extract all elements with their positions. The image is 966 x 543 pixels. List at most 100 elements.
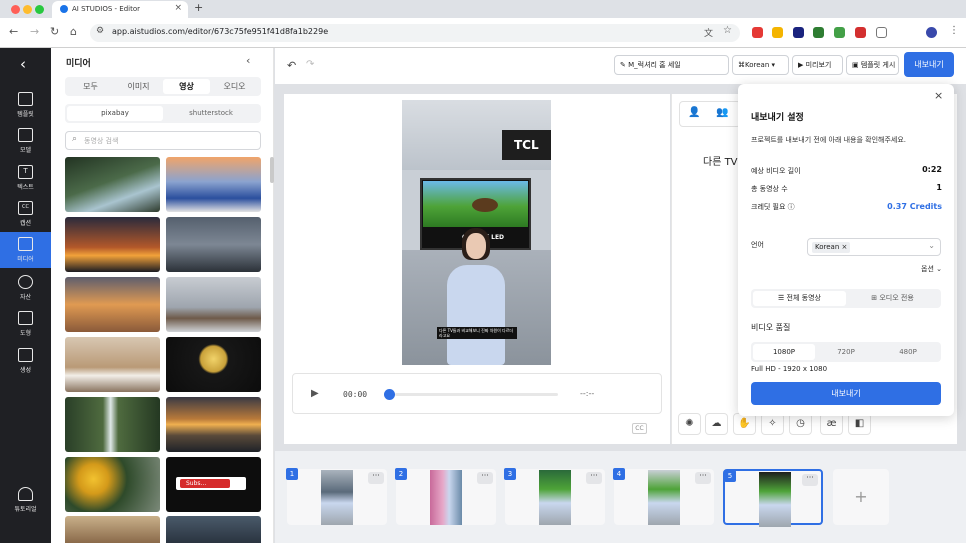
project-name-field[interactable]: ✎ M_럭셔리 홈 세일: [614, 55, 729, 75]
preview-button[interactable]: ▶ 미리보기: [792, 55, 843, 75]
language-select[interactable]: ⌘Korean ▾: [732, 55, 789, 75]
close-icon[interactable]: ×: [934, 89, 943, 102]
cc-toggle-icon[interactable]: CC: [632, 423, 647, 434]
single-speaker-icon[interactable]: 👤: [688, 107, 700, 118]
minimize-window-icon[interactable]: [23, 5, 32, 14]
tab-pixabay[interactable]: pixabay: [67, 106, 163, 121]
collapse-panel-icon[interactable]: ‹: [246, 54, 250, 67]
extension-chat-icon[interactable]: [834, 27, 845, 38]
maximize-window-icon[interactable]: [35, 5, 44, 14]
seek-handle[interactable]: [384, 389, 395, 400]
hand-icon[interactable]: ✋: [733, 413, 756, 435]
media-thumbnail[interactable]: [65, 337, 160, 392]
profile-avatar-icon[interactable]: [926, 27, 937, 38]
home-icon[interactable]: ⌂: [70, 25, 77, 38]
more-options-icon[interactable]: ···: [477, 472, 493, 484]
extension-red-icon[interactable]: [752, 27, 763, 38]
back-chevron-icon[interactable]: ‹: [20, 55, 26, 73]
video-preview[interactable]: TCL QD-Mini LED 다른 TV들과 비교해보니 진짜 차원이 다르더…: [402, 100, 551, 365]
language-chip[interactable]: Korean ×: [812, 242, 851, 253]
quality-1080p[interactable]: 1080P: [753, 344, 815, 360]
extension-green-icon[interactable]: [813, 27, 824, 38]
media-thumbnail[interactable]: Subs...: [166, 457, 261, 512]
export-language-select[interactable]: Korean × ⌄: [807, 238, 941, 256]
rail-item-assets[interactable]: 자산: [0, 270, 51, 306]
media-thumbnail[interactable]: [65, 457, 160, 512]
extension-yellow-icon[interactable]: [772, 27, 783, 38]
rail-item-model[interactable]: 모델: [0, 123, 51, 159]
media-thumbnail[interactable]: [65, 516, 160, 543]
media-thumbnail[interactable]: [166, 217, 261, 272]
scene-card[interactable]: 2 ···: [395, 468, 496, 525]
scene-card[interactable]: 3 ···: [504, 468, 605, 525]
back-arrow-icon[interactable]: ←: [9, 25, 18, 38]
rail-item-media[interactable]: 미디어: [0, 232, 51, 268]
info-icon[interactable]: ⓘ: [788, 203, 795, 211]
play-icon[interactable]: ▶: [311, 388, 319, 399]
quality-480p[interactable]: 480P: [877, 344, 939, 360]
media-thumbnail[interactable]: [65, 217, 160, 272]
template-post-button[interactable]: ▣ 템플릿 게시: [846, 55, 899, 75]
rail-item-text[interactable]: T 텍스트: [0, 160, 51, 196]
multi-speaker-icon[interactable]: 👥: [716, 107, 728, 118]
video-search-input[interactable]: ⌕ 동영상 검색: [65, 131, 261, 150]
rail-item-tutorial[interactable]: 튜토리얼: [0, 482, 51, 518]
gesture-icon[interactable]: ✺: [678, 413, 701, 435]
media-scrollbar[interactable]: [270, 157, 274, 183]
browser-tab[interactable]: AI STUDIOS - Editor ×: [52, 1, 188, 18]
cloud-icon[interactable]: ☁: [705, 413, 728, 435]
close-window-icon[interactable]: [11, 5, 20, 14]
forward-arrow-icon[interactable]: →: [30, 25, 39, 38]
reload-icon[interactable]: ↻: [50, 25, 59, 38]
scene-card[interactable]: 4 ···: [613, 468, 714, 525]
extension-navy-icon[interactable]: [793, 27, 804, 38]
scene-card-selected[interactable]: 5 ···: [723, 469, 823, 527]
rail-item-caption[interactable]: CC 캡션: [0, 196, 51, 232]
tab-shutterstock[interactable]: shutterstock: [163, 106, 259, 121]
site-info-icon[interactable]: ⚙: [96, 26, 104, 36]
sparkle-icon[interactable]: ✧: [761, 413, 784, 435]
rail-item-template[interactable]: 템플릿: [0, 87, 51, 123]
bookmark-star-icon[interactable]: ☆: [723, 25, 732, 36]
media-thumbnail[interactable]: [65, 397, 160, 452]
undo-icon[interactable]: ↶: [287, 59, 296, 72]
more-options-icon[interactable]: ···: [368, 472, 384, 484]
new-tab-button[interactable]: +: [194, 1, 203, 14]
rail-item-shapes[interactable]: 도형: [0, 306, 51, 342]
subtitle-caption[interactable]: 다른 TV들과 비교해보니 진짜 차원이 다르더라고요: [437, 327, 517, 339]
tab-audio[interactable]: 오디오: [211, 79, 258, 94]
add-scene-button[interactable]: +: [833, 469, 889, 525]
mode-audio-only[interactable]: ⊞ 오디오 전용: [846, 291, 939, 306]
more-options-icon[interactable]: ···: [695, 472, 711, 484]
more-options-icon[interactable]: ···: [586, 472, 602, 484]
options-toggle[interactable]: 옵션 ⌄: [921, 264, 942, 274]
media-thumbnail[interactable]: [166, 277, 261, 332]
mode-full-video[interactable]: ☰ 전체 동영상: [753, 291, 846, 306]
media-thumbnail[interactable]: [166, 397, 261, 452]
chip-remove-icon[interactable]: ×: [842, 243, 848, 251]
media-thumbnail[interactable]: [65, 157, 160, 212]
tab-all[interactable]: 모두: [67, 79, 114, 94]
browser-menu-icon[interactable]: ⋮: [949, 25, 959, 36]
translate-icon[interactable]: 文: [704, 26, 713, 39]
extensions-puzzle-icon[interactable]: [876, 27, 887, 38]
scene-card[interactable]: 1 ···: [286, 468, 387, 525]
more-options-icon[interactable]: ···: [802, 474, 818, 486]
clock-icon[interactable]: ◷: [789, 413, 812, 435]
tab-close-icon[interactable]: ×: [174, 3, 182, 13]
seek-track[interactable]: [395, 393, 558, 396]
audio-setting-icon[interactable]: ◧: [848, 413, 871, 435]
pronunciation-icon[interactable]: æ: [820, 413, 843, 435]
popup-export-button[interactable]: 내보내기: [751, 382, 941, 405]
export-button[interactable]: 내보내기: [904, 52, 954, 77]
media-thumbnail[interactable]: [166, 157, 261, 212]
redo-icon[interactable]: ↷: [306, 59, 314, 70]
address-bar[interactable]: ⚙ app.aistudios.com/editor/673c75fe951f4…: [90, 24, 740, 42]
tab-video[interactable]: 영상: [163, 79, 210, 94]
rail-item-generate[interactable]: 생성: [0, 343, 51, 379]
tab-image[interactable]: 이미지: [115, 79, 162, 94]
media-thumbnail[interactable]: [166, 516, 261, 543]
media-thumbnail[interactable]: [65, 277, 160, 332]
quality-720p[interactable]: 720P: [815, 344, 877, 360]
extension-circle-icon[interactable]: [855, 27, 866, 38]
